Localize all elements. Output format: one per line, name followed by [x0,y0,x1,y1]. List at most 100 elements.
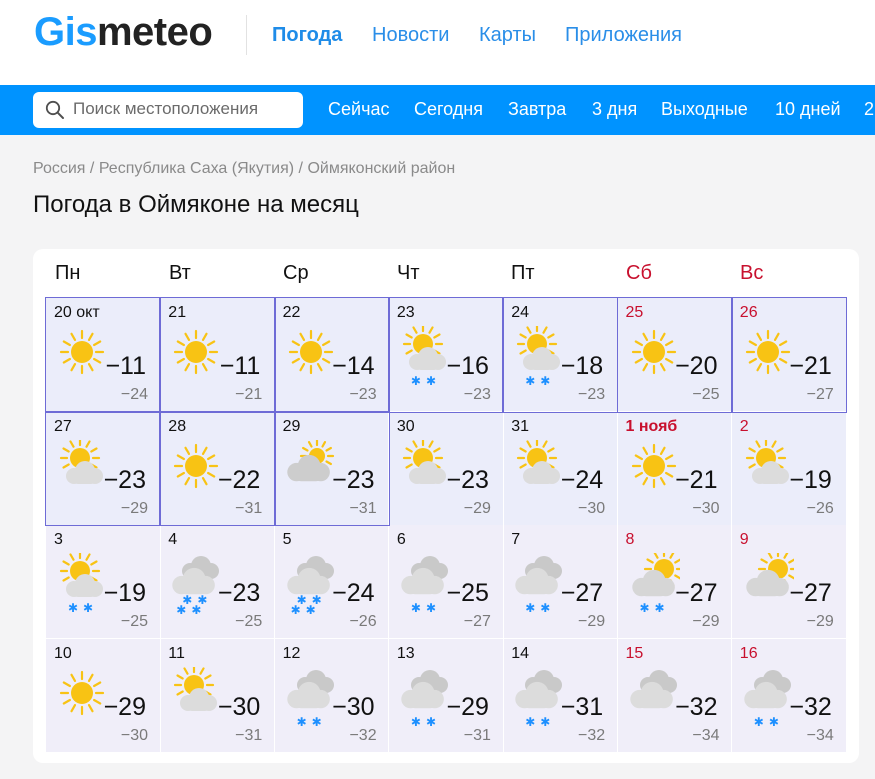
calendar-day[interactable]: 24 ✱✱ −18 −23 [503,298,618,411]
weekday-5: Пт [511,262,535,284]
day-nav-10days[interactable]: 10 дней [775,99,841,120]
day-date: 5 [282,531,292,548]
calendar-day[interactable]: 2 −19 −26 [731,411,846,525]
day-date: 28 [168,417,187,435]
breadcrumb-oymyakon-district[interactable]: Оймяконский район [307,160,455,177]
temp-max: −23 [446,465,489,494]
day-nav-today[interactable]: Сегодня [414,99,483,120]
snow-icon: ✱✱ [525,374,556,388]
calendar-day[interactable]: 6 ✱✱ −25 −27 [388,525,503,638]
calendar-day[interactable]: 10 −29 −30 [46,638,160,752]
temp-max: −29 [446,692,489,721]
sun-icon [631,443,676,488]
snow-icon: ✱✱ ✱✱ [290,593,327,617]
cloud-icon [515,669,563,708]
calendar-day[interactable]: 15 −32 −34 [617,638,732,752]
temp-min: −30 [120,726,148,744]
day-nav-now[interactable]: Сейчас [328,99,389,120]
temp-min: −32 [349,726,377,744]
day-nav-weekend[interactable]: Выходные [661,99,748,120]
day-date: 22 [282,304,301,321]
sun-icon [59,670,105,715]
day-date: 4 [168,531,178,548]
gismeteo-logo[interactable]: Gismeteo [34,10,213,55]
breadcrumb-russia[interactable]: Россия [33,160,85,177]
calendar-day[interactable]: 23 ✱✱ −16 −23 [388,298,503,411]
top-nav-weather[interactable]: Погода [272,24,342,47]
site-header: Gismeteo Погода Новости Карты Приложения [0,0,875,85]
sun-behind-cloud-icon [517,439,561,484]
calendar-day[interactable]: 9 −27 −29 [731,525,846,638]
search-box[interactable] [33,92,303,128]
temp-min: −29 [578,613,606,630]
calendar-day[interactable]: 20 окт −11 −24 [46,298,160,411]
sun-behind-cloud-icon [59,439,103,484]
top-nav-maps[interactable]: Карты [479,24,536,47]
day-date: 30 [396,417,415,435]
calendar-day[interactable]: 7 ✱✱ −27 −29 [503,525,618,638]
temp-max: −32 [675,692,718,721]
day-date: 1 нояб [625,417,678,435]
sun-icon [59,329,105,375]
calendar-day[interactable]: 16 ✱✱ −32 −34 [731,638,846,752]
calendar-day[interactable]: 3 ✱✱ −19 −25 [46,525,160,638]
temp-min: −25 [692,386,720,403]
cloud-icon [401,669,448,708]
calendar-day[interactable]: 8 ✱✱ −27 −29 [617,525,732,638]
day-date: 24 [511,304,529,321]
sun-behind-cloud-icon [746,553,794,597]
temp-min: −27 [806,386,834,403]
calendar-day[interactable]: 25 −20 −25 [617,298,732,411]
temp-min: −23 [463,386,491,403]
sun-behind-cloud-icon [517,326,561,370]
sun-behind-cloud-icon [59,553,103,597]
month-calendar-grid: 20 окт −11 −24 21 −11 −21 22 −14 −23 23 ✱✱ −16 −23 2… [45,297,848,753]
temp-min: −29 [463,499,491,517]
temp-min: −31 [349,499,377,517]
snow-icon: ✱✱ [410,374,441,388]
search-icon [45,100,64,119]
calendar-day[interactable]: 14 ✱✱ −31 −32 [503,638,618,752]
column-separator [731,298,733,752]
logo-text-gis: Gis [34,10,97,54]
calendar-day[interactable]: 13 ✱✱ −29 −31 [388,638,503,752]
day-nav-3days[interactable]: 3 дня [592,99,637,120]
temp-max: −30 [332,692,375,721]
temp-min: −29 [692,613,720,630]
temp-max: −29 [103,692,146,721]
search-input[interactable] [73,99,293,119]
sun-icon [174,443,219,488]
day-date: 8 [625,531,635,548]
calendar-day[interactable]: 11 −30 −31 [160,638,275,752]
weekday-4: Чт [397,262,420,284]
day-nav-2weeks[interactable]: 2 [864,99,874,120]
temp-max: −19 [103,579,146,607]
temp-max: −20 [675,352,718,380]
top-nav-news[interactable]: Новости [372,24,449,47]
day-nav-tomorrow[interactable]: Завтра [508,99,566,120]
calendar-day[interactable]: 21 −11 −21 [160,298,275,411]
calendar-day[interactable]: 12 ✱✱ −30 −32 [274,638,389,752]
day-date: 12 [282,644,301,662]
calendar-day[interactable]: 29 −23 −31 [274,411,389,525]
sun-behind-cloud-icon [631,553,680,597]
day-date: 10 [54,644,72,662]
breadcrumb-yakutia[interactable]: Республика Саха (Якутия) [99,160,294,177]
calendar-day[interactable]: 26 −21 −27 [731,298,846,411]
calendar-day[interactable]: 27 −23 −29 [46,411,160,525]
calendar-day[interactable]: 5 ✱✱ ✱✱ −24 −26 [274,525,389,638]
sun-behind-cloud-icon [174,666,218,711]
calendar-day[interactable]: 31 −24 −30 [503,411,618,525]
cloud-icon [515,556,563,595]
temp-min: −29 [120,499,148,517]
calendar-day[interactable]: 1 нояб −21 −30 [617,411,732,525]
sun-behind-cloud-icon [402,326,446,370]
top-nav-apps[interactable]: Приложения [565,24,682,47]
temp-min: −30 [578,499,606,517]
calendar-day[interactable]: 4 ✱✱ ✱✱ −23 −25 [160,525,275,638]
snow-icon: ✱✱ [525,601,556,615]
calendar-day[interactable]: 22 −14 −23 [274,298,389,411]
calendar-day[interactable]: 28 −22 −31 [160,411,275,525]
temp-max: −19 [789,465,832,494]
calendar-day[interactable]: 30 −23 −29 [388,411,503,525]
